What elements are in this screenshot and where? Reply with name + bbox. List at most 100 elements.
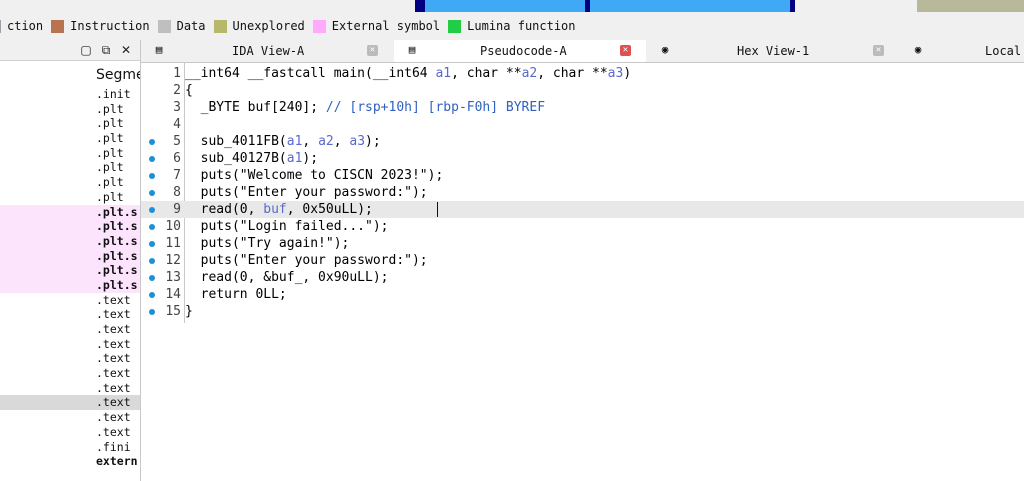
maximize-icon[interactable]: ▢ bbox=[78, 41, 94, 59]
close-icon[interactable]: ✕ bbox=[118, 41, 134, 59]
code-line[interactable]: 15} bbox=[141, 303, 1024, 320]
segment-list: .init .plt .plt .plt .plt .plt .plt .plt .plt.s.… bbox=[0, 87, 140, 469]
text-caret bbox=[437, 202, 438, 217]
segment-row[interactable]: .plt bbox=[0, 116, 140, 131]
code-text: _BYTE buf[240]; // [rsp+10h] [rbp-F0h] B… bbox=[185, 100, 546, 115]
code-text: read(0, &buf_, 0x90uLL); bbox=[185, 270, 389, 285]
breakpoint-dot-icon[interactable] bbox=[149, 139, 155, 145]
tab-local-types[interactable]: ◉ Local bbox=[900, 40, 1024, 62]
legend-label: ction bbox=[7, 19, 44, 33]
segment-row[interactable]: .fini bbox=[0, 440, 140, 455]
segment-row[interactable]: .text bbox=[0, 307, 140, 322]
legend-item: Unexplored bbox=[213, 19, 305, 33]
code-line[interactable]: 9 read(0, buf, 0x50uLL); bbox=[141, 201, 1024, 218]
color-legend: ction Instruction Data Unexplored External s… bbox=[0, 12, 1024, 40]
segment-row[interactable]: .plt.s bbox=[0, 277, 140, 293]
segment-row[interactable]: .plt bbox=[0, 160, 140, 175]
ida-view-icon: ▤ bbox=[155, 43, 163, 56]
code-text: puts("Try again!"); bbox=[185, 236, 350, 251]
close-tab-icon[interactable]: ✕ bbox=[620, 45, 631, 56]
segment-row[interactable]: .text bbox=[0, 410, 140, 425]
line-number: 11 bbox=[165, 236, 181, 251]
line-number: 9 bbox=[173, 202, 181, 217]
segment-row[interactable]: .text bbox=[0, 322, 140, 337]
segment-row[interactable]: .plt.s bbox=[0, 248, 140, 264]
line-number: 1 bbox=[173, 66, 181, 81]
tab-pseudocode-a[interactable]: ▤ Pseudocode-A ✕ bbox=[394, 40, 646, 62]
breakpoint-dot-icon[interactable] bbox=[149, 292, 155, 298]
breakpoint-dot-icon[interactable] bbox=[149, 258, 155, 264]
legend-label: Lumina function bbox=[467, 19, 576, 33]
legend-swatch bbox=[312, 19, 326, 33]
legend-label: Data bbox=[176, 19, 206, 33]
code-line[interactable]: 6 sub_40127B(a1); bbox=[141, 150, 1024, 167]
segment-row[interactable]: .init bbox=[0, 87, 140, 102]
code-line[interactable]: 11 puts("Try again!"); bbox=[141, 235, 1024, 252]
segment-row[interactable]: .plt bbox=[0, 175, 140, 190]
code-line[interactable]: 8 puts("Enter your password:"); bbox=[141, 184, 1024, 201]
tab-hex-view-1[interactable]: ◉ Hex View-1 ✕ bbox=[647, 40, 899, 62]
segment-row[interactable]: .text bbox=[0, 366, 140, 381]
breakpoint-dot-icon[interactable] bbox=[149, 241, 155, 247]
legend-item: External symbol bbox=[312, 19, 441, 33]
breakpoint-dot-icon[interactable] bbox=[149, 207, 155, 213]
code-line[interactable]: 3 _BYTE buf[240]; // [rsp+10h] [rbp-F0h]… bbox=[141, 99, 1024, 116]
code-line[interactable]: 14 return 0LL; bbox=[141, 286, 1024, 303]
breakpoint-dot-icon[interactable] bbox=[149, 309, 155, 315]
segment-row[interactable]: .plt.s bbox=[0, 204, 140, 220]
legend-swatch bbox=[0, 19, 1, 33]
segment-row[interactable]: .plt bbox=[0, 190, 140, 205]
code-line[interactable]: 2{ bbox=[141, 82, 1024, 99]
segment-row[interactable]: .plt.s bbox=[0, 219, 140, 234]
line-number: 4 bbox=[173, 117, 181, 132]
segment-row[interactable]: .text bbox=[0, 337, 140, 352]
code-line[interactable]: 12 puts("Enter your password:"); bbox=[141, 252, 1024, 269]
code-line[interactable]: 7 puts("Welcome to CISCN 2023!"); bbox=[141, 167, 1024, 184]
hex-view-icon: ◉ bbox=[661, 43, 669, 56]
code-text: } bbox=[185, 304, 193, 319]
legend-swatch bbox=[157, 19, 171, 33]
code-text: puts("Login failed..."); bbox=[185, 219, 389, 234]
nav-band-segment bbox=[917, 0, 1024, 12]
code-line[interactable]: 4 bbox=[141, 116, 1024, 133]
segment-row[interactable]: .plt.s bbox=[0, 263, 140, 278]
legend-swatch bbox=[213, 19, 227, 33]
code-line[interactable]: 5 sub_4011FB(a1, a2, a3); bbox=[141, 133, 1024, 150]
code-text: puts("Enter your password:"); bbox=[185, 185, 428, 200]
line-number: 14 bbox=[165, 287, 181, 302]
close-tab-icon[interactable]: ✕ bbox=[873, 45, 884, 56]
line-number: 6 bbox=[173, 151, 181, 166]
pseudocode-view[interactable]: 1 __int64 __fastcall main(__int64 a1, cha… bbox=[141, 63, 1024, 481]
breakpoint-dot-icon[interactable] bbox=[149, 173, 155, 179]
segment-row[interactable]: .plt.s bbox=[0, 233, 140, 249]
legend-label: Instruction bbox=[70, 19, 150, 33]
segment-column-header[interactable]: Segme bbox=[0, 61, 140, 87]
code-text: sub_4011FB(a1, a2, a3); bbox=[185, 134, 381, 149]
segment-row[interactable]: extern bbox=[0, 454, 140, 469]
legend-swatch bbox=[51, 19, 65, 33]
code-line[interactable]: 1 __int64 __fastcall main(__int64 a1, cha… bbox=[141, 65, 1024, 82]
close-tab-icon[interactable]: ✕ bbox=[367, 45, 378, 56]
breakpoint-dot-icon[interactable] bbox=[149, 190, 155, 196]
segment-row[interactable]: .text bbox=[0, 381, 140, 396]
code-text: { bbox=[185, 83, 193, 98]
breakpoint-dot-icon[interactable] bbox=[149, 156, 155, 162]
segment-row[interactable]: .plt bbox=[0, 146, 140, 161]
code-text: puts("Enter your password:"); bbox=[185, 253, 428, 268]
segment-row[interactable]: .plt bbox=[0, 102, 140, 117]
tab-ida-view-a[interactable]: ▤ IDA View-A ✕ bbox=[141, 40, 393, 62]
code-line[interactable]: 13 read(0, &buf_, 0x90uLL); bbox=[141, 269, 1024, 286]
segment-row[interactable]: .text bbox=[0, 293, 140, 308]
navigation-band[interactable] bbox=[0, 0, 1024, 12]
nav-band-segment bbox=[795, 0, 917, 12]
float-icon[interactable]: ⧉ bbox=[98, 41, 114, 59]
segment-row[interactable]: .text bbox=[0, 425, 140, 440]
line-number: 15 bbox=[165, 304, 181, 319]
code-line[interactable]: 10 puts("Login failed..."); bbox=[141, 218, 1024, 235]
legend-label: External symbol bbox=[331, 19, 441, 33]
breakpoint-dot-icon[interactable] bbox=[149, 224, 155, 230]
segment-row[interactable]: .plt bbox=[0, 131, 140, 146]
segment-row[interactable]: .text bbox=[0, 351, 140, 366]
segment-row[interactable]: .text bbox=[0, 395, 140, 411]
breakpoint-dot-icon[interactable] bbox=[149, 275, 155, 281]
